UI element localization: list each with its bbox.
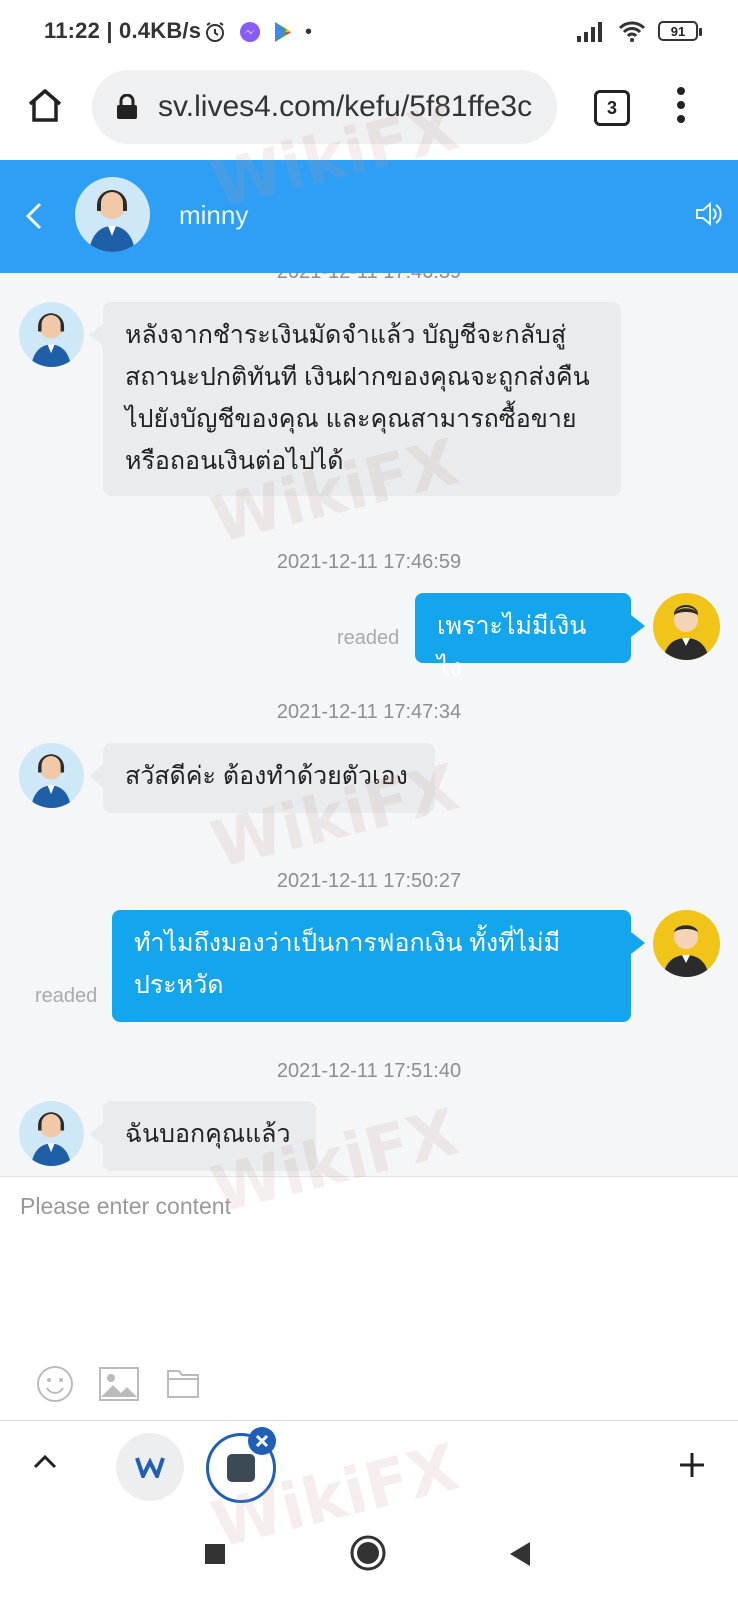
close-icon <box>255 1434 269 1448</box>
more-menu-icon[interactable] <box>676 86 686 124</box>
user-message: เพราะไม่มีเงินไง <box>415 593 645 682</box>
home-icon[interactable] <box>26 86 64 124</box>
status-time: 11:22 | 0.4KB/s <box>44 18 202 43</box>
back-nav-icon[interactable] <box>508 1540 532 1568</box>
dot-icon: • <box>305 20 313 43</box>
image-icon[interactable] <box>99 1367 139 1401</box>
agent-avatar <box>19 1101 84 1166</box>
agent-message: หลังจากชำระเงินมัดจำแล้ว บัญชีจะกลับสู่ส… <box>89 302 621 496</box>
read-status: readed <box>337 627 400 649</box>
agent-message: ฉันบอกคุณแล้ว <box>89 1101 316 1171</box>
play-store-icon <box>275 22 291 42</box>
status-speed: 0.4KB/s <box>119 18 202 43</box>
message-list[interactable]: 2021-12-11 17:46:39 หลังจากชำระเงินมัดจำ… <box>0 273 738 1176</box>
message-timestamp: 2021-12-11 17:51:40 <box>276 1060 462 1082</box>
agent-avatar <box>19 743 84 808</box>
agent-message: สวัสดีค่ะ ต้องทำด้วยตัวเอง <box>89 743 435 813</box>
message-timestamp: 2021-12-11 17:47:34 <box>276 701 462 723</box>
folder-icon[interactable] <box>166 1367 200 1399</box>
message-timestamp: 2021-12-11 17:46:39 <box>0 273 738 284</box>
emoji-icon[interactable] <box>36 1365 74 1403</box>
close-tab-button[interactable] <box>248 1427 276 1455</box>
recents-icon[interactable] <box>204 1543 226 1565</box>
tab-switcher-button[interactable]: 3 <box>594 90 630 126</box>
alarm-icon <box>206 22 224 42</box>
wifi-icon <box>618 21 646 42</box>
app-thumbnail-icon <box>227 1454 255 1482</box>
wikifx-logo-icon <box>135 1457 165 1478</box>
user-avatar <box>653 910 720 977</box>
home-nav-icon[interactable] <box>350 1535 386 1571</box>
user-message: ทำไมถึงมองว่าเป็นการฟอกเงิน ทั้งที่ไม่มี… <box>112 910 645 1022</box>
message-input[interactable] <box>18 1191 722 1345</box>
bottom-tab-bar <box>0 1420 738 1514</box>
signal-icon <box>577 22 602 42</box>
back-icon[interactable] <box>24 200 44 232</box>
status-bar: 11:22 | 0.4KB/s • 91 <box>0 0 738 66</box>
user-avatar <box>653 593 720 660</box>
agent-avatar <box>75 177 150 252</box>
wikifx-tab[interactable] <box>116 1433 184 1501</box>
sound-icon[interactable] <box>694 200 722 228</box>
battery-icon: 91 <box>658 21 702 41</box>
messenger-icon <box>240 22 260 42</box>
browser-toolbar: sv.lives4.com/kefu/5f81ffe3c 3 <box>0 66 738 160</box>
plus-icon[interactable] <box>678 1451 706 1479</box>
agent-name: minny <box>179 200 249 230</box>
read-status: readed <box>35 985 98 1007</box>
address-bar[interactable]: sv.lives4.com/kefu/5f81ffe3c <box>92 70 557 144</box>
composer <box>0 1176 738 1421</box>
system-nav-bar <box>0 1513 738 1600</box>
chat-header: minny <box>0 160 738 273</box>
chevron-up-icon[interactable] <box>33 1453 57 1469</box>
agent-avatar <box>19 302 84 367</box>
url-text: sv.lives4.com/kefu/5f81ffe3c <box>158 90 533 123</box>
message-timestamp: 2021-12-11 17:50:27 <box>276 870 462 892</box>
lock-icon <box>117 94 137 119</box>
message-timestamp: 2021-12-11 17:46:59 <box>276 551 462 573</box>
